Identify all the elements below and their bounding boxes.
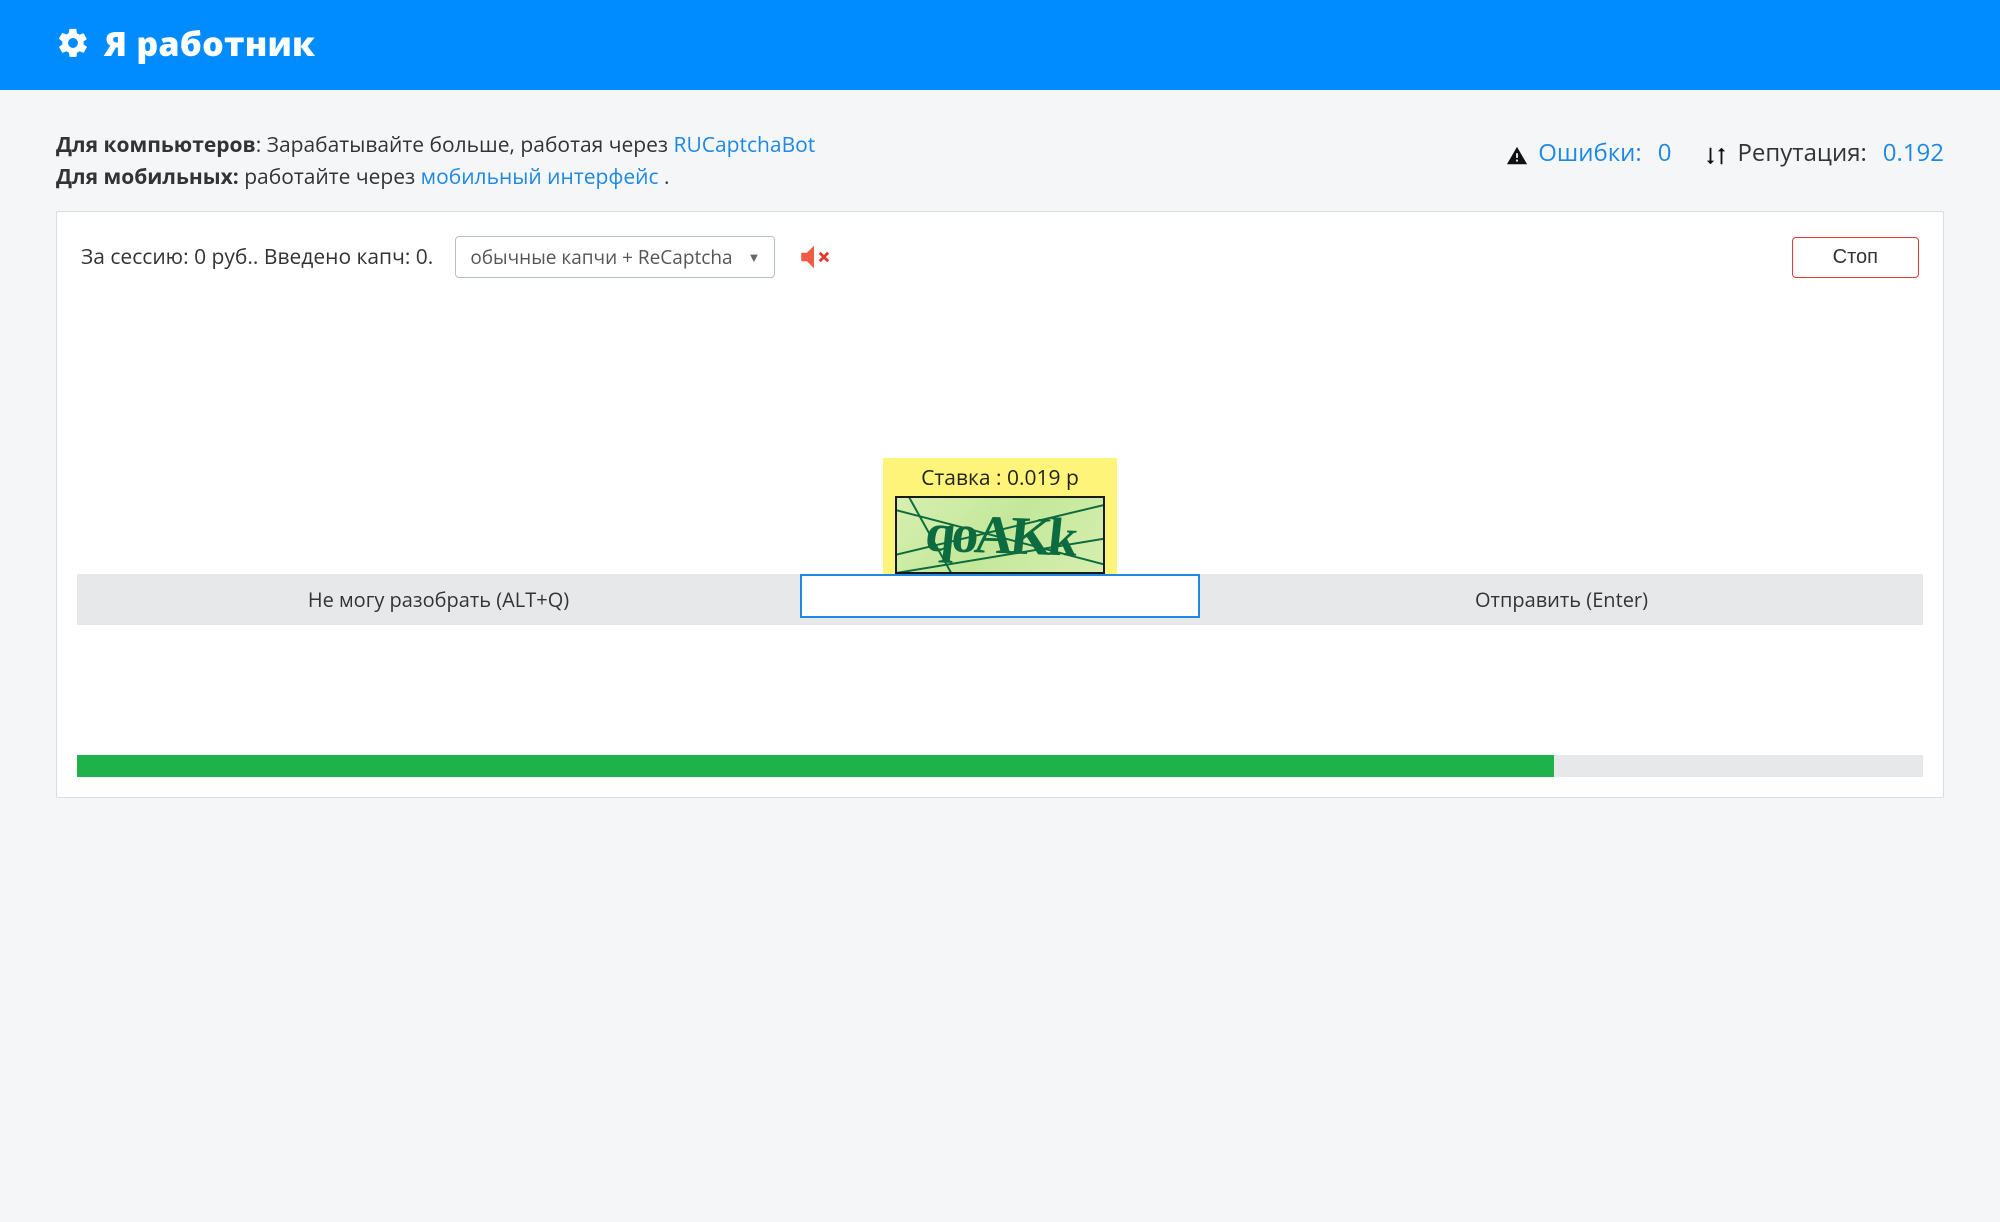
sound-muted-icon[interactable] xyxy=(797,240,831,274)
mobile-interface-link[interactable]: мобильный интерфейс xyxy=(421,163,659,191)
rate-label: Ставка : 0.019 р xyxy=(921,464,1079,492)
reputation-stat: Репутация: 0.192 xyxy=(1705,136,1944,169)
page-title: Я работник xyxy=(104,20,315,66)
submit-button[interactable]: Отправить (Enter) xyxy=(1200,574,1923,625)
captcha-mode-select[interactable]: обычные капчи + ReCaptcha ▼ xyxy=(455,236,775,278)
work-panel: За сессию: 0 руб.. Введено капч: 0. обыч… xyxy=(56,211,1944,798)
page-header: Я работник xyxy=(0,0,2000,90)
stop-button[interactable]: Стоп xyxy=(1792,237,1919,278)
warning-icon xyxy=(1506,142,1528,164)
rucaptchabot-link[interactable]: RUCaptchaBot xyxy=(673,131,815,159)
reputation-value: 0.192 xyxy=(1883,136,1944,169)
info-text-block: Для компьютеров: Зарабатывайте больше, р… xyxy=(56,130,815,193)
session-stats: За сессию: 0 руб.. Введено капч: 0. xyxy=(81,243,433,271)
mobile-label: Для мобильных: xyxy=(56,163,239,191)
mode-selected-text: обычные капчи + ReCaptcha xyxy=(470,244,732,270)
mobile-text-after: . xyxy=(659,163,670,191)
progress-bar xyxy=(77,755,1923,777)
captcha-image: qoAKk xyxy=(895,496,1105,574)
action-row: Не могу разобрать (ALT+Q) Отправить (Ent… xyxy=(77,574,1923,625)
sort-icon xyxy=(1705,142,1727,164)
reputation-label: Репутация: xyxy=(1737,136,1866,169)
captcha-area: Ставка : 0.019 р qoAKk Не могу разобрать… xyxy=(77,458,1923,625)
desktop-text: : Зарабатывайте больше, работая через xyxy=(256,131,674,159)
caret-down-icon: ▼ xyxy=(747,248,760,266)
answer-input[interactable] xyxy=(800,574,1200,618)
desktop-label: Для компьютеров xyxy=(56,131,256,159)
progress-fill xyxy=(77,755,1554,777)
errors-link[interactable]: Ошибки: xyxy=(1538,136,1642,169)
gear-icon xyxy=(56,26,90,60)
stats-block: Ошибки: 0 Репутация: 0.192 xyxy=(1506,130,1944,169)
top-info-bar: Для компьютеров: Зарабатывайте больше, р… xyxy=(0,90,2000,211)
mobile-text: работайте через xyxy=(239,163,421,191)
rate-badge: Ставка : 0.019 р qoAKk xyxy=(883,458,1117,574)
errors-stat: Ошибки: 0 xyxy=(1506,136,1671,169)
cant-read-button[interactable]: Не могу разобрать (ALT+Q) xyxy=(77,574,800,625)
errors-value: 0 xyxy=(1658,136,1672,169)
panel-top-row: За сессию: 0 руб.. Введено капч: 0. обыч… xyxy=(77,236,1923,278)
